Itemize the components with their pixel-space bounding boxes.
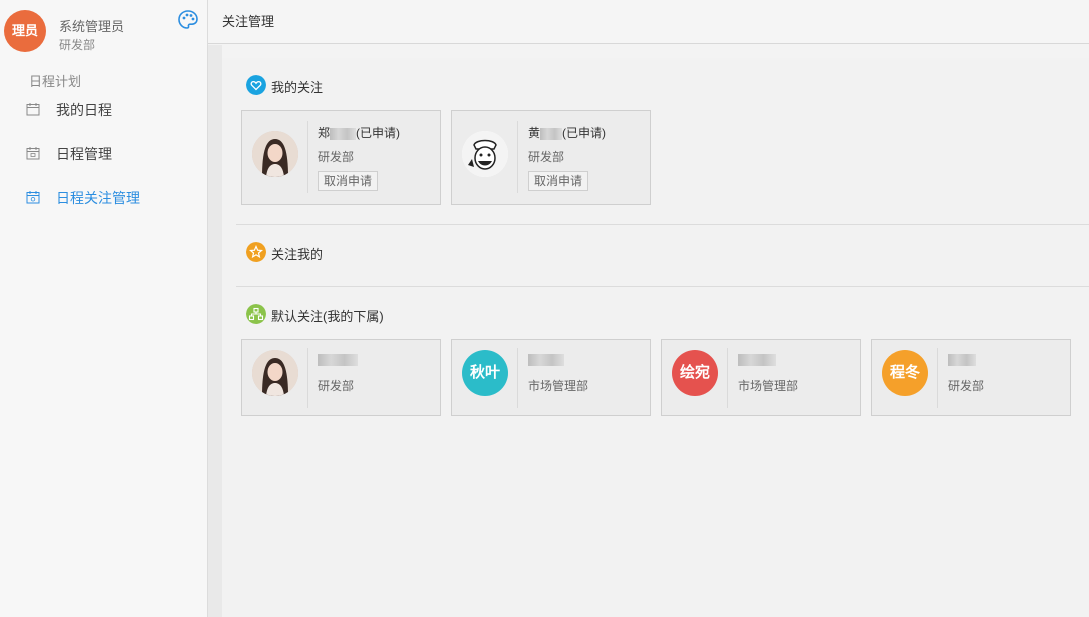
palette-icon[interactable]: [177, 9, 199, 31]
card-name: 黄 (已申请): [528, 126, 607, 140]
sidebar-item-my-schedule[interactable]: 我的日程: [0, 94, 207, 124]
sidebar-item-follow-management[interactable]: 日程关注管理: [0, 182, 207, 212]
section-title: 默认关注(我的下属): [271, 309, 384, 324]
sidebar-item-schedule-management[interactable]: 日程管理: [0, 138, 207, 168]
card-dept: 研发部: [318, 150, 355, 164]
follow-card[interactable]: 黄 (已申请) 研发部 取消申请: [451, 110, 651, 205]
avatar: 秋叶: [462, 350, 508, 396]
card-name: 郑 (已申请): [318, 126, 401, 140]
avatar: [462, 131, 508, 177]
avatar: 程冬: [882, 350, 928, 396]
sidebar: 理员 系统管理员 研发部 日程计划 我的日程 日程管理 日程关注管理: [0, 0, 208, 617]
nav-section-title: 日程计划: [29, 74, 82, 89]
person-photo-icon: [252, 131, 298, 177]
org-chart-icon: [246, 304, 266, 324]
card-dept: 研发部: [948, 379, 985, 393]
avatar: [252, 131, 298, 177]
page-title: 关注管理: [222, 14, 275, 29]
card-dept: 市场管理部: [528, 379, 589, 393]
card-name: [738, 352, 776, 366]
cancel-request-button[interactable]: 取消申请: [318, 171, 379, 191]
subordinate-card[interactable]: 绘宛 市场管理部: [661, 339, 861, 416]
card-dept: 研发部: [528, 150, 565, 164]
page-header: 关注管理: [208, 0, 1089, 44]
subordinate-card[interactable]: 程冬 研发部: [871, 339, 1071, 416]
main-content: 我的关注 郑 (已申请) 研发部 取消申请 黄 (已申请) 研发部 取消申请 关…: [222, 58, 1089, 617]
sidebar-item-label: 日程关注管理: [56, 190, 140, 206]
follow-card[interactable]: 郑 (已申请) 研发部 取消申请: [241, 110, 441, 205]
card-name: [318, 352, 358, 366]
calendar-icon: [26, 103, 40, 116]
person-photo-icon: [252, 350, 298, 396]
calendar-icon: [26, 191, 40, 204]
section-title: 我的关注: [271, 80, 324, 95]
user-name: 系统管理员: [59, 19, 125, 34]
star-icon: [246, 242, 266, 262]
card-name: [528, 352, 564, 366]
divider: [236, 286, 1089, 287]
avatar[interactable]: 理员: [4, 10, 46, 52]
card-dept: 研发部: [318, 379, 355, 393]
avatar: 绘宛: [672, 350, 718, 396]
user-dept: 研发部: [59, 38, 96, 52]
cancel-request-button[interactable]: 取消申请: [528, 171, 589, 191]
divider: [236, 224, 1089, 225]
subordinate-card[interactable]: 秋叶 市场管理部: [451, 339, 651, 416]
card-dept: 市场管理部: [738, 379, 799, 393]
avatar: [252, 350, 298, 396]
person-sketch-icon: [462, 131, 508, 177]
user-profile: 理员 系统管理员 研发部: [0, 0, 207, 58]
card-name: [948, 352, 976, 366]
subordinate-card[interactable]: 研发部: [241, 339, 441, 416]
sidebar-item-label: 日程管理: [56, 146, 112, 162]
section-title: 关注我的: [271, 247, 324, 262]
sidebar-item-label: 我的日程: [56, 102, 112, 118]
calendar-icon: [26, 147, 40, 160]
heart-icon: [246, 75, 266, 95]
content-gutter: [208, 45, 222, 617]
